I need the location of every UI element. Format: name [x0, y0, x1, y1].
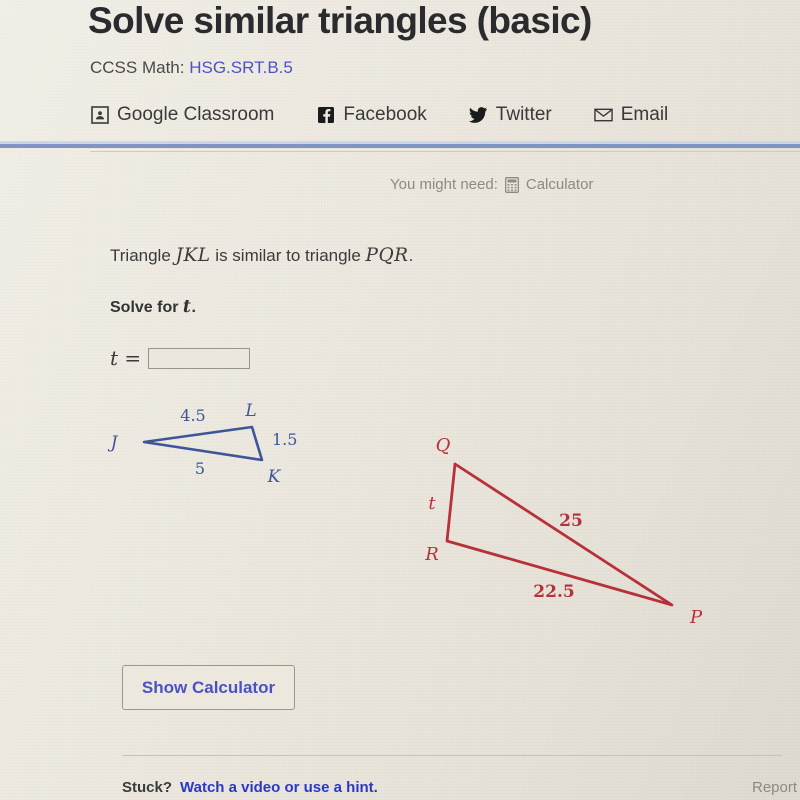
- calculator-icon: [504, 176, 519, 193]
- problem-statement: Triangle JKL is similar to triangle PQR.: [110, 245, 413, 266]
- share-label: Facebook: [343, 104, 427, 125]
- stuck-row: Stuck? Watch a video or use a hint.: [122, 779, 378, 796]
- triangle-name-jkl: JKL: [175, 245, 211, 266]
- share-label: Email: [620, 104, 669, 125]
- share-label: Twitter: [495, 104, 552, 125]
- triangle-pqr: Q R P t 25 22.5: [424, 435, 703, 628]
- answer-row: t =: [110, 346, 251, 370]
- side-length-lk: 1.5: [272, 430, 297, 449]
- triangle-jkl-outline: [142, 425, 264, 462]
- vertex-label-r: R: [424, 544, 439, 565]
- vertex-label-j: J: [108, 433, 119, 453]
- google-classroom-icon: [90, 106, 109, 125]
- header-divider: [0, 144, 800, 148]
- share-row: Google Classroom Facebook Twitter Email: [90, 104, 668, 126]
- triangle-name-pqr: PQR: [365, 245, 409, 266]
- solve-for-suffix: .: [191, 299, 196, 316]
- statement-suffix: .: [408, 246, 414, 265]
- answer-variable-label: t =: [110, 346, 142, 370]
- triangles-figure: J L K 4.5 1.5 5 Q R P t 25 22.5: [108, 401, 703, 628]
- vertex-label-k: K: [267, 467, 282, 487]
- page-title: Solve similar triangles (basic): [88, 0, 592, 41]
- ccss-label: CCSS Math:: [90, 58, 185, 77]
- vertex-label-q: Q: [436, 435, 451, 456]
- calculator-link[interactable]: Calculator: [526, 176, 594, 193]
- share-twitter[interactable]: Twitter: [468, 104, 552, 126]
- side-length-qr: t: [428, 493, 436, 514]
- email-icon: [593, 106, 613, 125]
- triangle-jkl: J L K 4.5 1.5 5: [108, 401, 298, 487]
- you-might-need-row: You might need: Calculator: [390, 176, 593, 193]
- statement-middle: is similar to triangle: [210, 246, 366, 265]
- you-might-need-label: You might need:: [390, 176, 498, 193]
- share-label: Google Classroom: [117, 104, 275, 125]
- figures-area: J L K 4.5 1.5 5 Q R P t 25 22.5: [0, 380, 800, 650]
- content-divider: [90, 151, 800, 152]
- twitter-icon: [468, 106, 488, 125]
- footer-divider: [122, 755, 782, 756]
- vertex-label-l: L: [244, 401, 256, 421]
- watch-video-hint-link[interactable]: Watch a video or use a hint.: [180, 779, 378, 796]
- share-facebook[interactable]: Facebook: [316, 104, 427, 126]
- ccss-standard-line: CCSS Math: HSG.SRT.B.5: [90, 58, 293, 78]
- share-google-classroom[interactable]: Google Classroom: [90, 104, 274, 126]
- statement-prefix: Triangle: [110, 246, 176, 265]
- show-calculator-button[interactable]: Show Calculator: [122, 665, 295, 710]
- solve-for-instruction: Solve for t.: [110, 297, 196, 317]
- side-length-jk: 5: [195, 459, 205, 478]
- report-link[interactable]: Report: [752, 779, 797, 796]
- vertex-label-p: P: [689, 607, 703, 628]
- side-length-qp: 25: [559, 511, 583, 531]
- side-length-jl: 4.5: [180, 406, 205, 425]
- solve-for-prefix: Solve for: [110, 299, 183, 316]
- stuck-label: Stuck?: [122, 779, 173, 796]
- facebook-icon: [316, 106, 335, 125]
- share-email[interactable]: Email: [593, 104, 669, 126]
- answer-input[interactable]: [148, 347, 251, 369]
- ccss-standard-link[interactable]: HSG.SRT.B.5: [189, 58, 293, 77]
- side-length-rp: 22.5: [533, 582, 574, 602]
